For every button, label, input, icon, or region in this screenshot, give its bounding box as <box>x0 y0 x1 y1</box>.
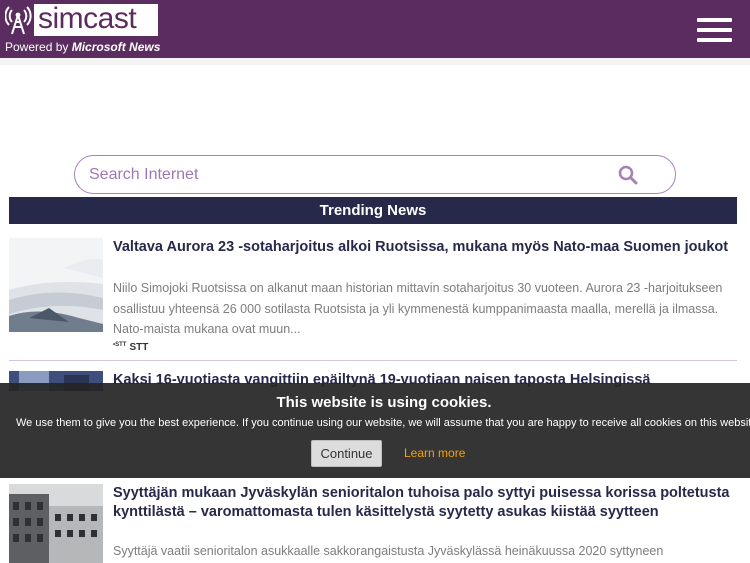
news-thumbnail[interactable] <box>9 484 103 563</box>
news-thumbnail[interactable] <box>9 238 103 332</box>
header-shadow <box>0 58 750 65</box>
news-title[interactable]: Valtava Aurora 23 -sotaharjoitus alkoi R… <box>113 238 733 257</box>
cookie-title: This website is using cookies. <box>276 394 492 411</box>
news-summary: Syyttäjä vaatii senioritalon asukkaalle … <box>113 544 664 558</box>
divider <box>9 360 737 361</box>
news-item[interactable]: Syyttäjän mukaan Jyväskylän senioritalon… <box>9 484 737 563</box>
news-source: •STT STT <box>113 342 149 353</box>
news-title[interactable]: Syyttäjän mukaan Jyväskylän senioritalon… <box>113 484 733 522</box>
brand-name: simcast <box>38 2 137 35</box>
top-header: simcast Powered by Microsoft News <box>0 0 750 58</box>
learn-more-link[interactable]: Learn more <box>404 446 465 460</box>
search-bar <box>74 155 676 194</box>
hamburger-menu-icon[interactable] <box>697 16 732 44</box>
trending-news-heading: Trending News <box>9 197 737 224</box>
search-input[interactable] <box>89 164 609 186</box>
news-item[interactable]: Valtava Aurora 23 -sotaharjoitus alkoi R… <box>9 238 737 358</box>
page: simcast Powered by Microsoft News Trendi… <box>0 0 750 563</box>
powered-by-brand: Microsoft News <box>71 40 161 54</box>
news-source-logo: •STT <box>113 342 127 348</box>
continue-button[interactable]: Continue <box>311 440 382 467</box>
powered-by-text: Powered by Microsoft News <box>5 40 161 54</box>
cookie-text: We use them to give you the best experie… <box>16 417 750 429</box>
cookie-banner: This website is using cookies. We use th… <box>0 383 750 478</box>
search-icon[interactable] <box>618 165 638 185</box>
radio-tower-icon <box>5 6 32 35</box>
news-summary: Niilo Simojoki Ruotsissa on alkanut maan… <box>113 281 723 336</box>
